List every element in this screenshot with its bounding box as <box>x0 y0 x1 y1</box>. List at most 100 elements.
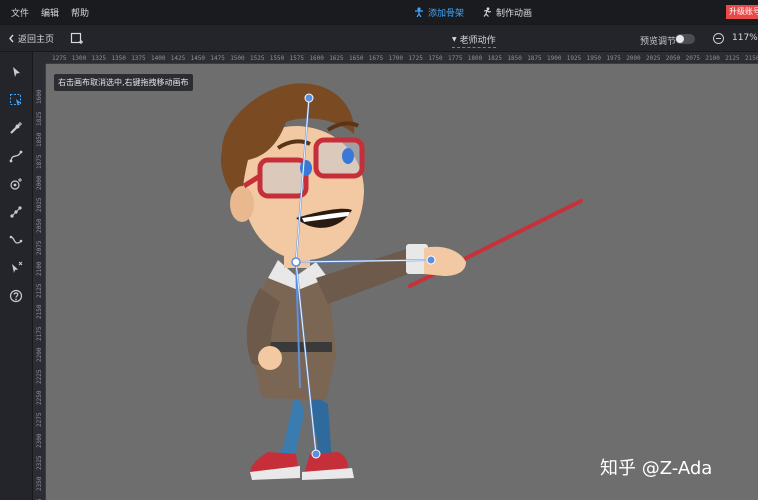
bone-chain-tool[interactable] <box>8 204 24 220</box>
ruler-left-tick-label: 2350 <box>36 476 43 491</box>
ruler-top-tick-label: 1500 <box>230 55 245 62</box>
ruler-top-tick-label: 1475 <box>210 55 225 62</box>
pin-tool[interactable] <box>8 176 24 192</box>
joint-head <box>304 93 314 103</box>
ear <box>230 186 254 222</box>
menu-edit[interactable]: 编辑 <box>41 6 59 19</box>
ruler-top-tick-label: 2125 <box>725 55 740 62</box>
chevron-left-icon <box>9 34 14 43</box>
target-add-icon <box>10 178 22 190</box>
caret-down-icon: ▼ <box>452 36 457 43</box>
ruler-left-tick-label: 2225 <box>36 369 43 384</box>
horizontal-ruler[interactable]: 1275 1300 1325 1350 1375 1400 1425 1450 1475 1500… <box>46 52 758 64</box>
person-icon <box>415 7 423 17</box>
joint-hand <box>426 255 436 265</box>
ruler-top-tick-label: 1300 <box>71 55 87 62</box>
ruler-top-tick-label: 1850 <box>507 55 522 62</box>
ruler-top-tick-label: 1925 <box>566 55 582 62</box>
extended-arm <box>316 248 414 304</box>
add-bone-tool[interactable] <box>8 120 24 136</box>
canvas[interactable]: 右击画布取消选中,右键拖拽移动画布 <box>46 64 758 500</box>
zoom-level: 117% <box>732 33 758 43</box>
ruler-left-tick-label: 1875 <box>36 154 43 169</box>
artboard-add-icon[interactable] <box>70 31 84 45</box>
ruler-left-tick-label: 2325 <box>36 455 43 470</box>
ruler-top-tick-label: 1525 <box>250 55 265 62</box>
left-eye <box>300 160 312 176</box>
character-figure[interactable] <box>46 64 758 500</box>
tool-strip <box>0 52 33 500</box>
tab-add-skeleton[interactable]: 添加骨架 <box>414 6 464 19</box>
ruler-left-tick-label: 2025 <box>36 197 43 212</box>
tab-make-animation-label: 制作动画 <box>496 8 533 19</box>
arrow-icon <box>13 67 20 77</box>
tab-make-animation[interactable]: 制作动画 <box>482 6 532 19</box>
ruler-left-tick-label: 2175 <box>36 326 43 341</box>
pointer-remove-tool[interactable] <box>8 260 24 276</box>
ruler-left-tick-label: 2050 <box>36 218 43 233</box>
zoom-out-icon[interactable] <box>713 33 724 44</box>
ruler-top-tick-label: 1650 <box>349 55 364 62</box>
action-select[interactable]: ▼ 老师动作 <box>452 33 496 48</box>
curve-icon <box>9 150 23 163</box>
back-home-button[interactable]: 返回主页 <box>8 32 54 45</box>
ruler-left-tick-label: 2150 <box>36 304 43 319</box>
ruler-top-tick-label: 1350 <box>111 55 126 62</box>
ruler-top-tick-label: 1875 <box>527 55 542 62</box>
preview-adjust-label: 预览调节 <box>640 37 677 47</box>
ruler-top-tick-label: 1425 <box>170 55 186 62</box>
path-tool[interactable] <box>8 232 24 248</box>
mode-tabs: 添加骨架 制作动画 <box>414 0 532 24</box>
canvas-hint-tooltip: 右击画布取消选中,右键拖拽移动画布 <box>54 74 193 91</box>
ruler-top-tick-label: 1275 <box>52 55 67 62</box>
ruler-left-tick-label: 2275 <box>36 412 43 427</box>
upgrade-button[interactable]: 升级账号 <box>726 5 758 19</box>
ruler-top-tick-label: 2150 <box>745 55 758 62</box>
ruler-left-tick-label: 1600 <box>36 89 43 104</box>
ruler-top-tick-label: 2025 <box>646 55 661 62</box>
ruler-top-tick-label: 1975 <box>606 55 621 62</box>
curve-tool[interactable] <box>8 148 24 164</box>
path-icon <box>9 235 23 244</box>
tab-add-skeleton-label: 添加骨架 <box>428 8 465 19</box>
ruler-top-tick-label: 1700 <box>388 55 404 62</box>
bone-add-icon <box>10 122 22 134</box>
watermark: 知乎 @Z-Ada <box>600 458 713 479</box>
ruler-top-tick-label: 1450 <box>190 55 206 62</box>
ruler-left-tick-label: 1825 <box>36 111 43 126</box>
right-eye <box>342 148 354 164</box>
ruler-top-tick-label: 1725 <box>408 55 423 62</box>
preview-adjust-toggle[interactable] <box>675 34 695 44</box>
joint-foot <box>311 449 321 459</box>
pointer-x-icon <box>12 261 23 273</box>
ruler-left-tick-label: 2125 <box>36 283 43 298</box>
ruler-top-tick-label: 2000 <box>626 55 641 62</box>
ruler-top-tick-label: 1900 <box>547 55 562 62</box>
ruler-top-tick-label: 1550 <box>269 55 285 62</box>
select-tool[interactable] <box>8 64 24 80</box>
back-home-label: 返回主页 <box>18 35 55 45</box>
ruler-top-tick-label: 1575 <box>289 55 305 62</box>
glasses-left-lens <box>257 157 309 199</box>
menu-bar: 文件 编辑 帮助 <box>0 0 758 24</box>
bone-chain-icon <box>10 206 22 218</box>
menu-file[interactable]: 文件 <box>11 6 29 19</box>
help-tool[interactable] <box>8 288 24 304</box>
ruler-top-tick-label: 1325 <box>91 55 107 62</box>
vertical-ruler[interactable]: 1600 1825 1850 1875 2000 2025 2050 2075 2100 2125… <box>33 64 46 500</box>
ruler-top-tick-label: 1675 <box>368 55 384 62</box>
ruler-top-tick-label: 1950 <box>586 55 602 62</box>
ruler-left-tick-label: 2075 <box>36 240 43 255</box>
ruler-corner <box>33 52 46 64</box>
help-icon <box>9 289 23 303</box>
menu-help[interactable]: 帮助 <box>71 6 89 19</box>
ruler-left-tick-label: 1850 <box>36 132 43 147</box>
left-leg <box>278 390 304 462</box>
ruler-top-tick-label: 2100 <box>705 55 720 62</box>
runner-icon <box>483 7 492 17</box>
ruler-left-tick-label: 2000 <box>36 175 43 190</box>
bone-select-tool[interactable] <box>8 92 24 108</box>
ruler-top-tick-label: 1800 <box>467 55 483 62</box>
action-select-value: 老师动作 <box>459 36 496 46</box>
ruler-left-tick-label: 2250 <box>36 390 43 405</box>
